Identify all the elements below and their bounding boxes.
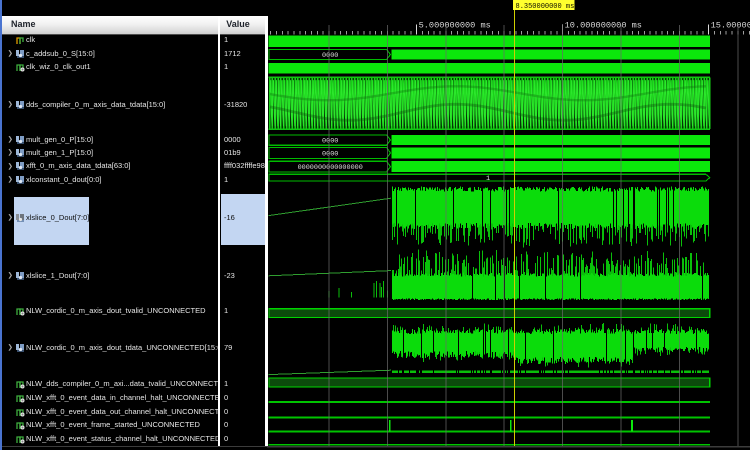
svg-text:5.000000000 ms: 5.000000000 ms xyxy=(419,21,491,31)
svg-text:0000: 0000 xyxy=(322,137,338,145)
svg-text:0000: 0000 xyxy=(322,150,338,158)
svg-text:8.350000000 ms: 8.350000000 ms xyxy=(516,3,575,11)
svg-text:1: 1 xyxy=(486,175,490,183)
svg-text:0000: 0000 xyxy=(322,52,338,60)
svg-text:0000000000000000: 0000000000000000 xyxy=(298,164,363,172)
svg-text:10.000000000 ms: 10.000000000 ms xyxy=(565,21,642,31)
svg-text:15.000000000 m: 15.000000000 m xyxy=(711,21,750,31)
